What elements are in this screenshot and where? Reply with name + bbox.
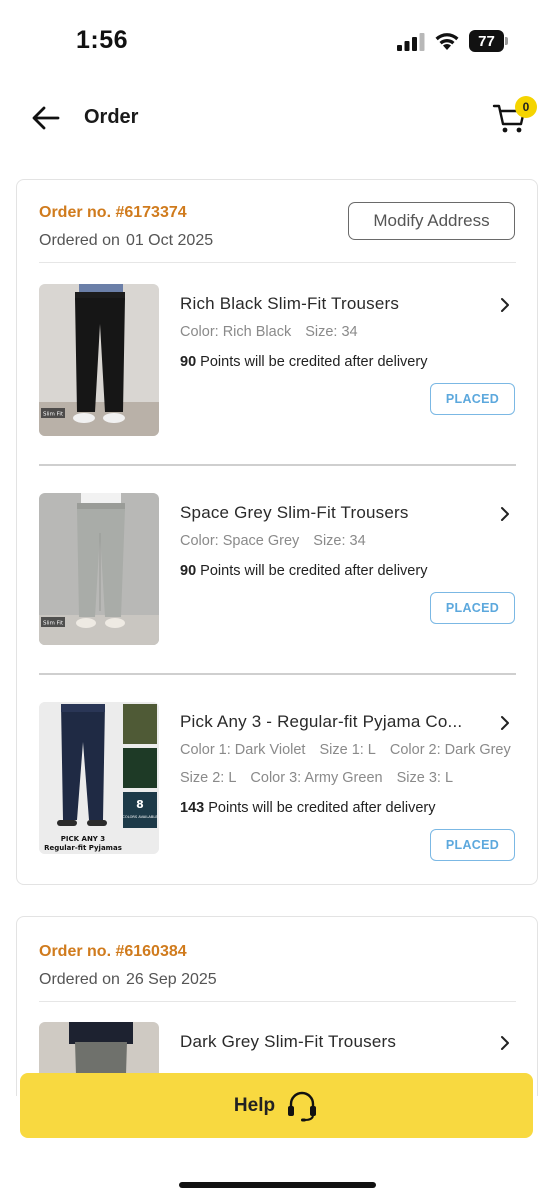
thumb-subtitle: Regular-fit Pyjamas — [44, 844, 122, 852]
status-badge: PLACED — [430, 592, 515, 624]
thumb-title: PICK ANY 3 — [61, 835, 106, 843]
page-title: Order — [84, 106, 139, 128]
color-1-attribute: Color 1: Dark Violet — [180, 742, 306, 758]
color-attribute: Color: Rich Black — [180, 324, 292, 340]
chevron-right-icon[interactable] — [497, 505, 513, 523]
ordered-on-date: 01 Oct 2025 — [125, 232, 214, 249]
color-2-attribute: Color 2: Dark Grey — [389, 742, 511, 758]
order-item[interactable]: Slim Fit Rich Black Slim-Fit Trousers Co… — [39, 284, 516, 436]
product-image: Slim Fit — [39, 493, 159, 645]
ordered-on-label: Ordered on — [39, 232, 120, 249]
product-image: 8 COLORS AVAILABLE PICK ANY 3 Regular-fi… — [39, 702, 159, 854]
size-1-attribute: Size 1: L — [319, 742, 376, 758]
order-date: Ordered on 26 Sep 2025 — [39, 971, 217, 989]
order-number: Order no. #6160384 — [39, 943, 187, 960]
thumb-label: Slim Fit — [43, 621, 64, 627]
cellular-signal-icon — [397, 33, 425, 51]
divider — [39, 464, 516, 466]
grey-trousers-image: Slim Fit — [39, 493, 159, 645]
product-attributes: Color 1: Dark Violet Size 1: L Color 2: Da… — [180, 742, 511, 758]
status-badge: PLACED — [430, 829, 515, 861]
points-text: Points will be credited after delivery — [196, 563, 428, 579]
ordered-on-label: Ordered on — [39, 971, 120, 988]
points-value: 143 — [180, 800, 205, 816]
black-trousers-image: Slim Fit — [39, 284, 159, 436]
divider — [39, 1001, 516, 1002]
back-arrow-icon[interactable] — [30, 102, 62, 134]
color-attribute: Color: Space Grey — [180, 533, 300, 549]
order-card: Order no. #6160384 Ordered on 26 Sep 2025… — [16, 916, 538, 1097]
battery-level: 77 — [478, 32, 495, 50]
help-label: Help — [233, 1094, 276, 1116]
points-info: 90 Points will be credited after deliver… — [180, 354, 427, 370]
product-name[interactable]: Dark Grey Slim-Fit Trousers — [180, 1032, 490, 1052]
help-button[interactable]: Help — [20, 1073, 533, 1138]
modify-address-button[interactable]: Modify Address — [348, 202, 515, 240]
product-attributes: Color: Space Grey Size: 34 — [180, 533, 366, 549]
wifi-icon — [435, 33, 459, 50]
ordered-on-date: 26 Sep 2025 — [125, 971, 217, 988]
product-name[interactable]: Space Grey Slim-Fit Trousers — [180, 503, 490, 523]
battery-icon: 77 — [469, 30, 504, 52]
points-text: Points will be credited after delivery — [204, 800, 436, 816]
size-2-attribute: Size 2: L — [180, 770, 237, 786]
thumb-count: 8 — [136, 798, 144, 811]
size-attribute: Size: 34 — [305, 324, 358, 340]
size-3-attribute: Size 3: L — [396, 770, 454, 786]
thumb-label: Slim Fit — [43, 412, 64, 418]
thumb-count-label: COLORS AVAILABLE — [122, 815, 158, 819]
chevron-right-icon[interactable] — [497, 714, 513, 732]
points-value: 90 — [180, 563, 197, 579]
chevron-right-icon[interactable] — [497, 1034, 513, 1052]
divider — [39, 262, 516, 263]
status-bar: 1:56 77 — [0, 0, 554, 82]
status-badge: PLACED — [430, 383, 515, 415]
size-attribute: Size: 34 — [313, 533, 366, 549]
color-3-attribute: Color 3: Army Green — [250, 770, 383, 786]
points-text: Points will be credited after delivery — [196, 354, 428, 370]
points-info: 143 Points will be credited after delive… — [180, 800, 436, 816]
battery-indicator: 77 — [469, 30, 509, 52]
order-card: Order no. #6173374 Ordered on 01 Oct 2025… — [16, 179, 538, 885]
points-info: 90 Points will be credited after deliver… — [180, 563, 427, 579]
status-time: 1:56 — [76, 26, 129, 54]
order-item[interactable]: 8 COLORS AVAILABLE PICK ANY 3 Regular-fi… — [39, 702, 516, 861]
pyjama-combo-image: 8 COLORS AVAILABLE PICK ANY 3 Regular-fi… — [39, 702, 159, 854]
chevron-right-icon[interactable] — [497, 296, 513, 314]
order-date: Ordered on 01 Oct 2025 — [39, 232, 213, 250]
app-header: Order 0 — [0, 88, 554, 148]
cart-count-badge: 0 — [515, 96, 537, 118]
product-name[interactable]: Pick Any 3 - Regular-fit Pyjama Co... — [180, 712, 490, 732]
points-value: 90 — [180, 354, 197, 370]
battery-nub — [505, 37, 508, 45]
product-attributes: Color: Rich Black Size: 34 — [180, 324, 358, 340]
home-indicator — [179, 1182, 376, 1188]
product-image: Slim Fit — [39, 284, 159, 436]
order-number: Order no. #6173374 — [39, 204, 187, 221]
divider — [39, 673, 516, 675]
product-attributes: Size 2: L Color 3: Army Green Size 3: L — [180, 770, 453, 786]
headset-icon — [288, 1091, 317, 1121]
product-name[interactable]: Rich Black Slim-Fit Trousers — [180, 294, 490, 314]
order-item[interactable]: Slim Fit Space Grey Slim-Fit Trousers Co… — [39, 493, 516, 645]
